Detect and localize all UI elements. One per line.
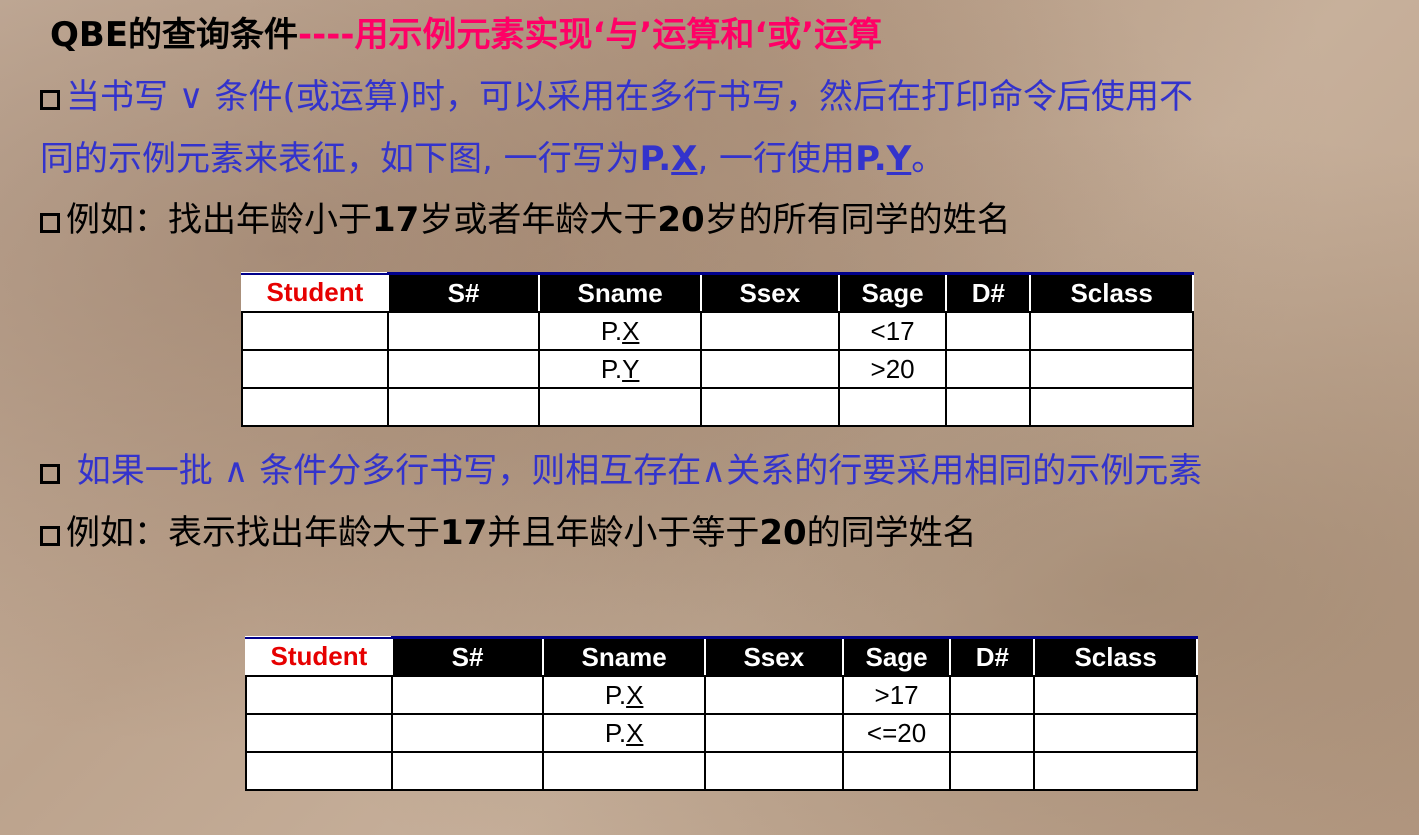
bullet-box-icon	[40, 464, 60, 484]
bullet-box-icon	[40, 213, 60, 233]
header-cell: Sage	[841, 636, 952, 677]
title-main: QBE的查询条件	[50, 15, 299, 55]
table-row: P.X >17	[245, 675, 1198, 715]
example2-text: 例如：表示找出年龄大于17并且年龄小于等于20的同学姓名	[40, 510, 977, 556]
sname-cell: P.X	[538, 311, 702, 351]
qbe-table-or: Student S# Sname Ssex Sage D# Sclass P.X…	[241, 272, 1194, 427]
table-row	[241, 387, 1194, 427]
sage-cell: >20	[837, 349, 948, 389]
qbe-table-and: Student S# Sname Ssex Sage D# Sclass P.X…	[245, 636, 1198, 791]
bullet-box-icon	[40, 90, 60, 110]
table-row: P.X <=20	[245, 713, 1198, 753]
header-cell: Sclass	[1033, 636, 1198, 677]
sage-cell: >17	[841, 675, 952, 715]
table-header-row: Student S# Sname Ssex Sage D# Sclass	[245, 636, 1198, 677]
sname-cell: P.X	[542, 675, 706, 715]
bullet-box-icon	[40, 526, 60, 546]
page-title: QBE的查询条件----用示例元素实现‘与’运算和‘或’运算	[50, 12, 882, 58]
header-cell: S#	[390, 636, 545, 677]
header-cell: Sname	[542, 636, 706, 677]
header-cell: Ssex	[703, 636, 844, 677]
para1-line1: 当书写 ∨ 条件(或运算)时，可以采用在多行书写，然后在打印命令后使用不	[40, 74, 1193, 120]
sage-cell: <=20	[841, 713, 952, 753]
table-header-row: Student S# Sname Ssex Sage D# Sclass	[241, 272, 1194, 313]
sname-cell: P.Y	[538, 349, 702, 389]
header-cell: Ssex	[699, 272, 840, 313]
header-cell: D#	[949, 636, 1036, 677]
para2-text: 如果一批 ∧ 条件分多行书写，则相互存在∧关系的行要采用相同的示例元素	[40, 448, 1202, 494]
example1-text: 例如：找出年龄小于17岁或者年龄大于20岁的所有同学的姓名	[40, 197, 1011, 243]
sname-cell: P.X	[542, 713, 706, 753]
table-row: P.X <17	[241, 311, 1194, 351]
header-cell: D#	[945, 272, 1032, 313]
sage-cell: <17	[837, 311, 948, 351]
table-row	[245, 751, 1198, 791]
header-cell: Student	[245, 636, 393, 677]
header-cell: Student	[241, 272, 389, 313]
para1-line2: 同的示例元素来表征，如下图, 一行写为P.X, 一行使用P.Y。	[40, 139, 946, 179]
header-cell: Sage	[837, 272, 948, 313]
header-cell: Sname	[538, 272, 702, 313]
table-row: P.Y >20	[241, 349, 1194, 389]
title-highlight: ----用示例元素实现‘与’运算和‘或’运算	[298, 15, 883, 55]
header-cell: S#	[386, 272, 541, 313]
header-cell: Sclass	[1029, 272, 1194, 313]
